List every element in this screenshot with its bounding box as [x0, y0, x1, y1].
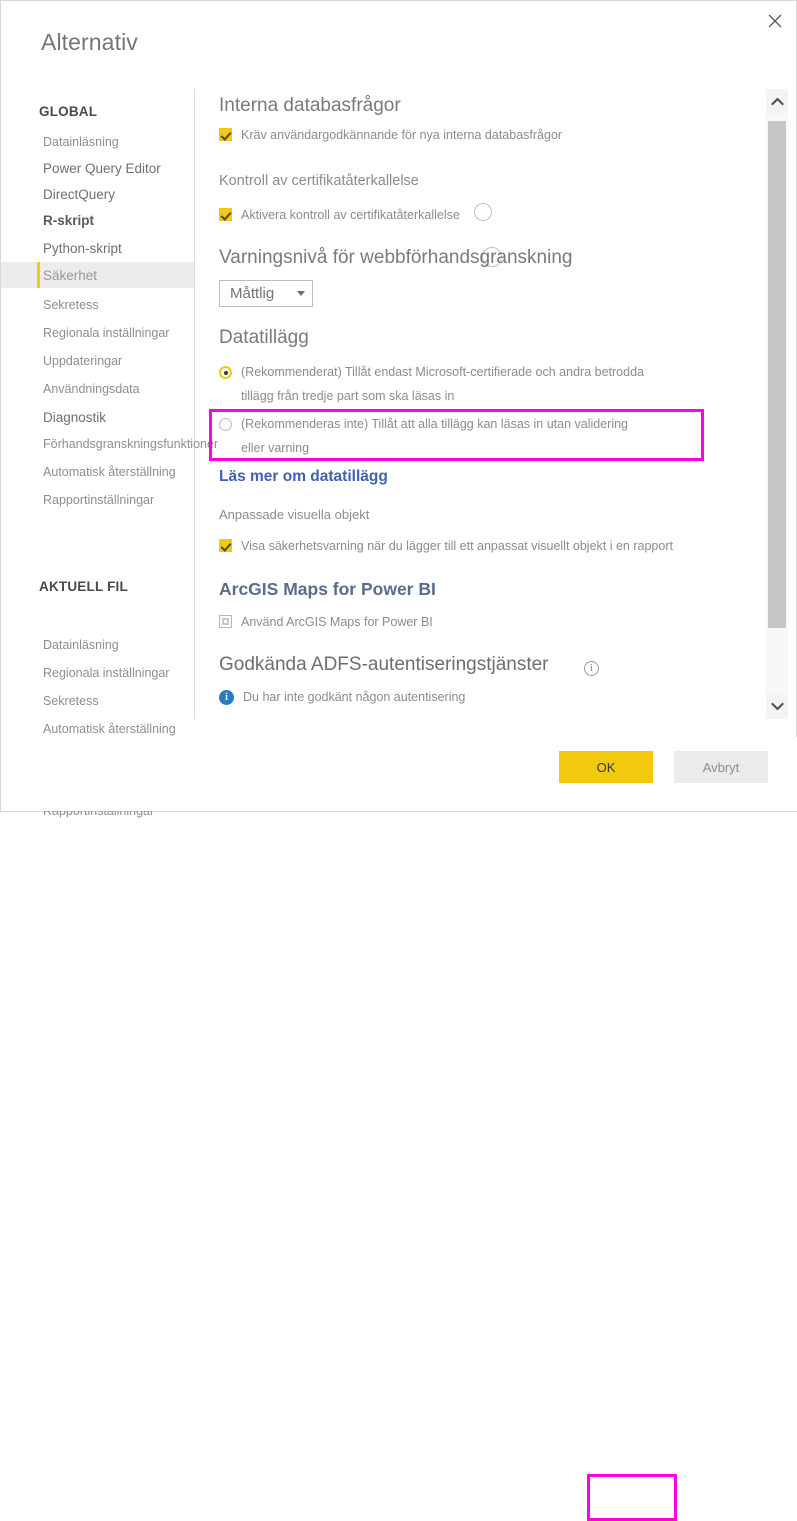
heading-interna-databasfragor: Interna databasfrågor — [219, 95, 401, 116]
sidebar-item-label: Uppdateringar — [43, 354, 123, 368]
sidebar-item-label: Datainläsning — [43, 135, 119, 149]
sidebar-item-label: Rapportinställningar — [43, 493, 155, 507]
adfs-status-text: Du har inte godkänt någon autentisering — [243, 690, 466, 704]
sidebar-item-label: DirectQuery — [43, 186, 116, 202]
row-aktivera-kontroll[interactable]: Aktivera kontroll av certifikatåterkalle… — [219, 207, 460, 224]
chevron-down-icon[interactable] — [766, 694, 788, 719]
sidebar-item-forhandsgranskningsfunktioner[interactable]: Förhandsgranskningsfunktioner — [1, 431, 218, 457]
heading-datatillagg: Datatillägg — [219, 327, 309, 348]
sidebar-item-automatisk-aterstallning[interactable]: Automatisk återställning — [1, 459, 194, 485]
sidebar-item-file-regionala-installningar[interactable]: Regionala inställningar — [1, 660, 194, 686]
checkbox-label: Aktivera kontroll av certifikatåterkalle… — [241, 208, 460, 222]
content-scrollbar[interactable] — [766, 89, 788, 719]
chevron-up-icon[interactable] — [766, 89, 788, 114]
sidebar-item-sakerhet[interactable]: Säkerhet — [1, 262, 194, 288]
ok-button[interactable]: OK — [559, 751, 653, 783]
sidebar-item-label: Förhandsgranskningsfunktioner — [43, 437, 219, 451]
checkbox-label: Kräv användargodkännande för nya interna… — [241, 128, 563, 142]
sidebar-item-anvandningsdata[interactable]: Användningsdata — [1, 376, 194, 402]
page-title: Alternativ — [41, 29, 138, 55]
row-anvand-arcgis[interactable]: Använd ArcGIS Maps for Power BI — [219, 614, 433, 631]
dropdown-varningsniva[interactable]: Måttlig — [219, 280, 313, 307]
radio-label-line2-rekommenderat: tillägg från tredje part som ska läsas i… — [241, 389, 455, 403]
radio-label-line1: (Rekommenderat) Tillåt endast Microsoft-… — [241, 365, 644, 379]
row-krav-anvandargodkannande[interactable]: Kräv användargodkännande för nya interna… — [219, 127, 562, 144]
label-kontroll-certifikatterkallelse: Kontroll av certifikatåterkallelse — [219, 173, 419, 189]
link-las-mer-om-datatillagg[interactable]: Läs mer om datatillägg — [219, 468, 388, 486]
radio-label-line2-rekommenderas-inte: eller varning — [241, 441, 310, 455]
checkbox-krav-anvandargodkannande[interactable] — [219, 128, 232, 141]
heading-godkanda-adfs: Godkända ADFS-autentiseringstjänster — [219, 654, 549, 675]
close-icon[interactable] — [760, 7, 790, 35]
sidebar-item-label: Automatisk återställning — [43, 722, 176, 736]
checkbox-label: Använd ArcGIS Maps for Power BI — [241, 615, 433, 629]
settings-panel: Interna databasfrågor Kräv användargodkä… — [195, 89, 797, 719]
radio-row-rekommenderat[interactable]: (Rekommenderat) Tillåt endast Microsoft-… — [219, 364, 644, 381]
label-anpassade-visuella-objekt: Anpassade visuella objekt — [219, 507, 370, 522]
sidebar-item-label: Python-skript — [43, 240, 122, 256]
radio-label-line1: (Rekommenderas inte) Tillåt att alla til… — [241, 417, 628, 431]
sidebar-group-aktuell-fil: AKTUELL FIL — [39, 579, 128, 594]
sidebar-item-file-sekretess[interactable]: Sekretess — [1, 688, 194, 714]
sidebar-item-datainlasning[interactable]: Datainläsning — [1, 129, 194, 155]
sidebar-item-rapportinstallningar[interactable]: Rapportinställningar — [1, 487, 194, 513]
cancel-button[interactable]: Avbryt — [674, 751, 768, 783]
row-adfs-status: i Du har inte godkänt någon autentiserin… — [219, 689, 465, 706]
sidebar-item-regionala-installningar[interactable]: Regionala inställningar — [1, 320, 194, 346]
heading-varningsniva: Varningsnivå för webbförhandsgranskning — [219, 247, 573, 268]
chevron-down-icon — [297, 291, 305, 296]
row-visa-sakerhetsvarning[interactable]: Visa säkerhetsvarning när du lägger till… — [219, 538, 673, 555]
sidebar-item-label: Automatisk återställning — [43, 465, 176, 479]
info-circle-filled-icon: i — [219, 690, 234, 705]
sidebar-item-diagnostik[interactable]: Diagnostik — [1, 404, 194, 430]
sidebar-item-label: Sekretess — [43, 298, 99, 312]
sidebar-item-uppdateringar[interactable]: Uppdateringar — [1, 348, 194, 374]
sidebar-item-power-query-editor[interactable]: Power Query Editor — [1, 155, 194, 181]
sidebar-item-label: Diagnostik — [43, 409, 107, 425]
sidebar-item-directquery[interactable]: DirectQuery — [1, 181, 194, 207]
checkbox-label: Visa säkerhetsvarning när du lägger till… — [241, 539, 673, 553]
radio-rekommenderas-inte[interactable] — [219, 418, 232, 431]
sidebar-item-label: Säkerhet — [43, 267, 98, 283]
sidebar-item-label: Power Query Editor — [43, 160, 161, 176]
highlight-ok-button — [587, 1474, 677, 1521]
sidebar-group-global: GLOBAL — [39, 104, 98, 119]
dialog-footer: OK Avbryt — [1, 737, 797, 1521]
sidebar-item-label: Regionala inställningar — [43, 666, 170, 680]
dialog-titlebar: Alternativ — [1, 1, 797, 81]
sidebar-item-python-skript[interactable]: Python-skript — [1, 235, 194, 261]
sidebar: GLOBAL Datainläsning Power Query Editor … — [1, 89, 218, 818]
checkbox-aktivera-kontroll[interactable] — [219, 208, 232, 221]
radio-rekommenderat[interactable] — [219, 366, 232, 379]
sidebar-item-label: Användningsdata — [43, 382, 140, 396]
heading-arcgis-maps: ArcGIS Maps for Power BI — [219, 579, 436, 599]
scrollbar-thumb[interactable] — [768, 121, 786, 628]
sidebar-item-label: Regionala inställningar — [43, 326, 170, 340]
checkbox-visa-sakerhetsvarning[interactable] — [219, 539, 232, 552]
options-dialog: Alternativ GLOBAL Datainläsning Power Qu… — [0, 0, 797, 1521]
sidebar-item-file-datainlasning[interactable]: Datainläsning — [1, 632, 194, 658]
radio-row-rekommenderas-inte[interactable]: (Rekommenderas inte) Tillåt att alla til… — [219, 416, 628, 433]
sidebar-item-label: R-skript — [43, 212, 95, 228]
checkbox-anvand-arcgis[interactable] — [219, 615, 232, 628]
info-circle-outline-icon[interactable]: i — [584, 661, 599, 676]
sidebar-item-label: Sekretess — [43, 694, 99, 708]
sidebar-item-label: Datainläsning — [43, 638, 119, 652]
dropdown-value: Måttlig — [230, 285, 275, 302]
sidebar-item-sekretess[interactable]: Sekretess — [1, 292, 194, 318]
sidebar-item-r-skript[interactable]: R-skript — [1, 207, 194, 233]
